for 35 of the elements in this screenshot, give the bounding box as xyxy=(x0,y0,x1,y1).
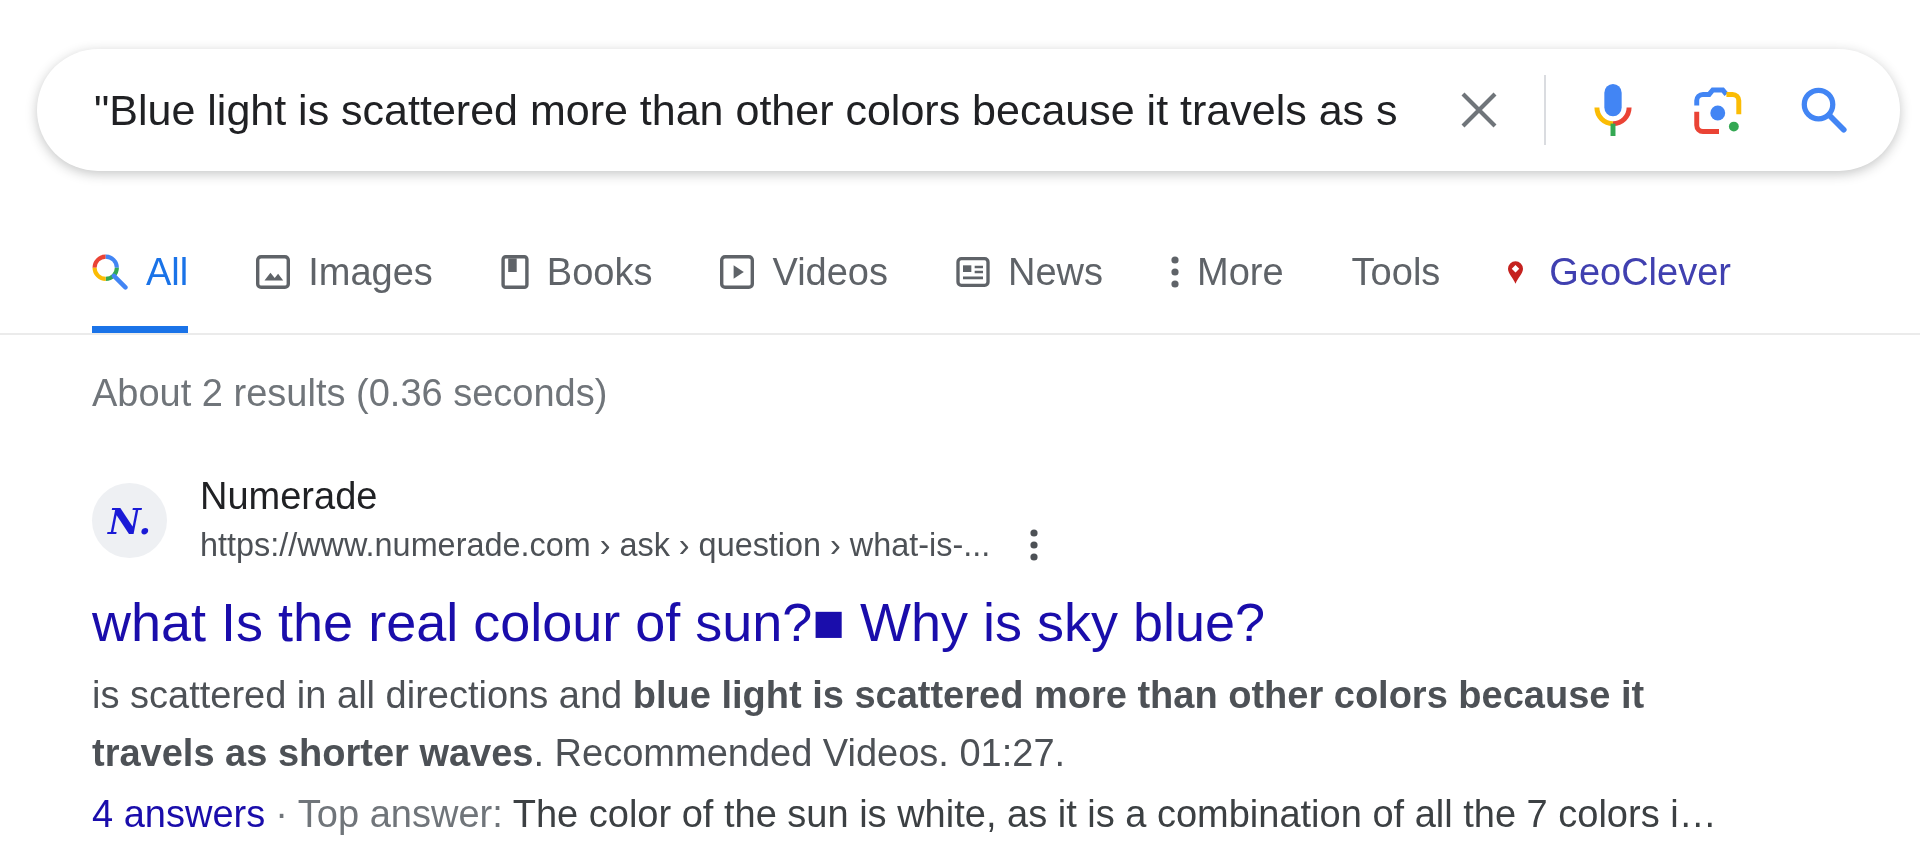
search-tab[interactable]: More xyxy=(1171,234,1284,333)
clear-button[interactable] xyxy=(1459,90,1499,130)
answer-label: Top answer: xyxy=(297,792,503,837)
search-icon xyxy=(92,254,128,290)
search-tab[interactable]: Images xyxy=(256,234,433,333)
search-tab[interactable]: Videos xyxy=(720,234,888,333)
site-name[interactable]: Numerade xyxy=(200,474,378,518)
search-tab[interactable]: Books xyxy=(500,234,653,333)
map-pin-icon xyxy=(1508,260,1524,284)
result-snippet: is scattered in all directions and blue light is scattered more than other colors because it travels as shorter waves. Recommended Videos. 01:27. xyxy=(92,673,1646,776)
answer-preview: The color of the sun is white, as it is a combination of all the 7 colors i… xyxy=(512,792,1717,837)
result-stats: About 2 results (0.36 seconds) xyxy=(92,371,608,415)
search-tab[interactable]: GeoClever xyxy=(1508,234,1731,333)
image-search-button[interactable] xyxy=(1694,86,1744,134)
search-button[interactable] xyxy=(1801,87,1847,133)
play-icon xyxy=(720,255,755,289)
image-icon xyxy=(256,255,291,289)
search-input[interactable]: "Blue light is scattered more than other colors because it travels as s xyxy=(94,82,1438,138)
separator: · xyxy=(275,792,288,837)
camera-lens-icon xyxy=(1694,86,1744,134)
result-url: https://www.numerade.com › ask › question › what-is-... xyxy=(200,526,991,565)
microphone-icon xyxy=(1593,84,1633,136)
voice-search-button[interactable] xyxy=(1593,84,1633,136)
newspaper-icon xyxy=(956,257,990,287)
search-icon xyxy=(1801,87,1847,133)
result-title-link[interactable]: what Is the real colour of sun?■ Why is sky blue? xyxy=(92,591,1266,653)
kebab-menu-icon[interactable] xyxy=(1030,529,1039,561)
book-icon xyxy=(500,255,529,289)
search-tab[interactable]: News xyxy=(956,234,1104,333)
answers-link[interactable]: 4 answers xyxy=(92,785,266,843)
close-icon xyxy=(1459,90,1499,130)
search-tab[interactable]: Tools xyxy=(1351,234,1441,333)
site-logo: N. xyxy=(92,483,167,558)
vertical-dots-icon xyxy=(1171,256,1180,288)
search-tab[interactable]: All xyxy=(92,234,189,333)
